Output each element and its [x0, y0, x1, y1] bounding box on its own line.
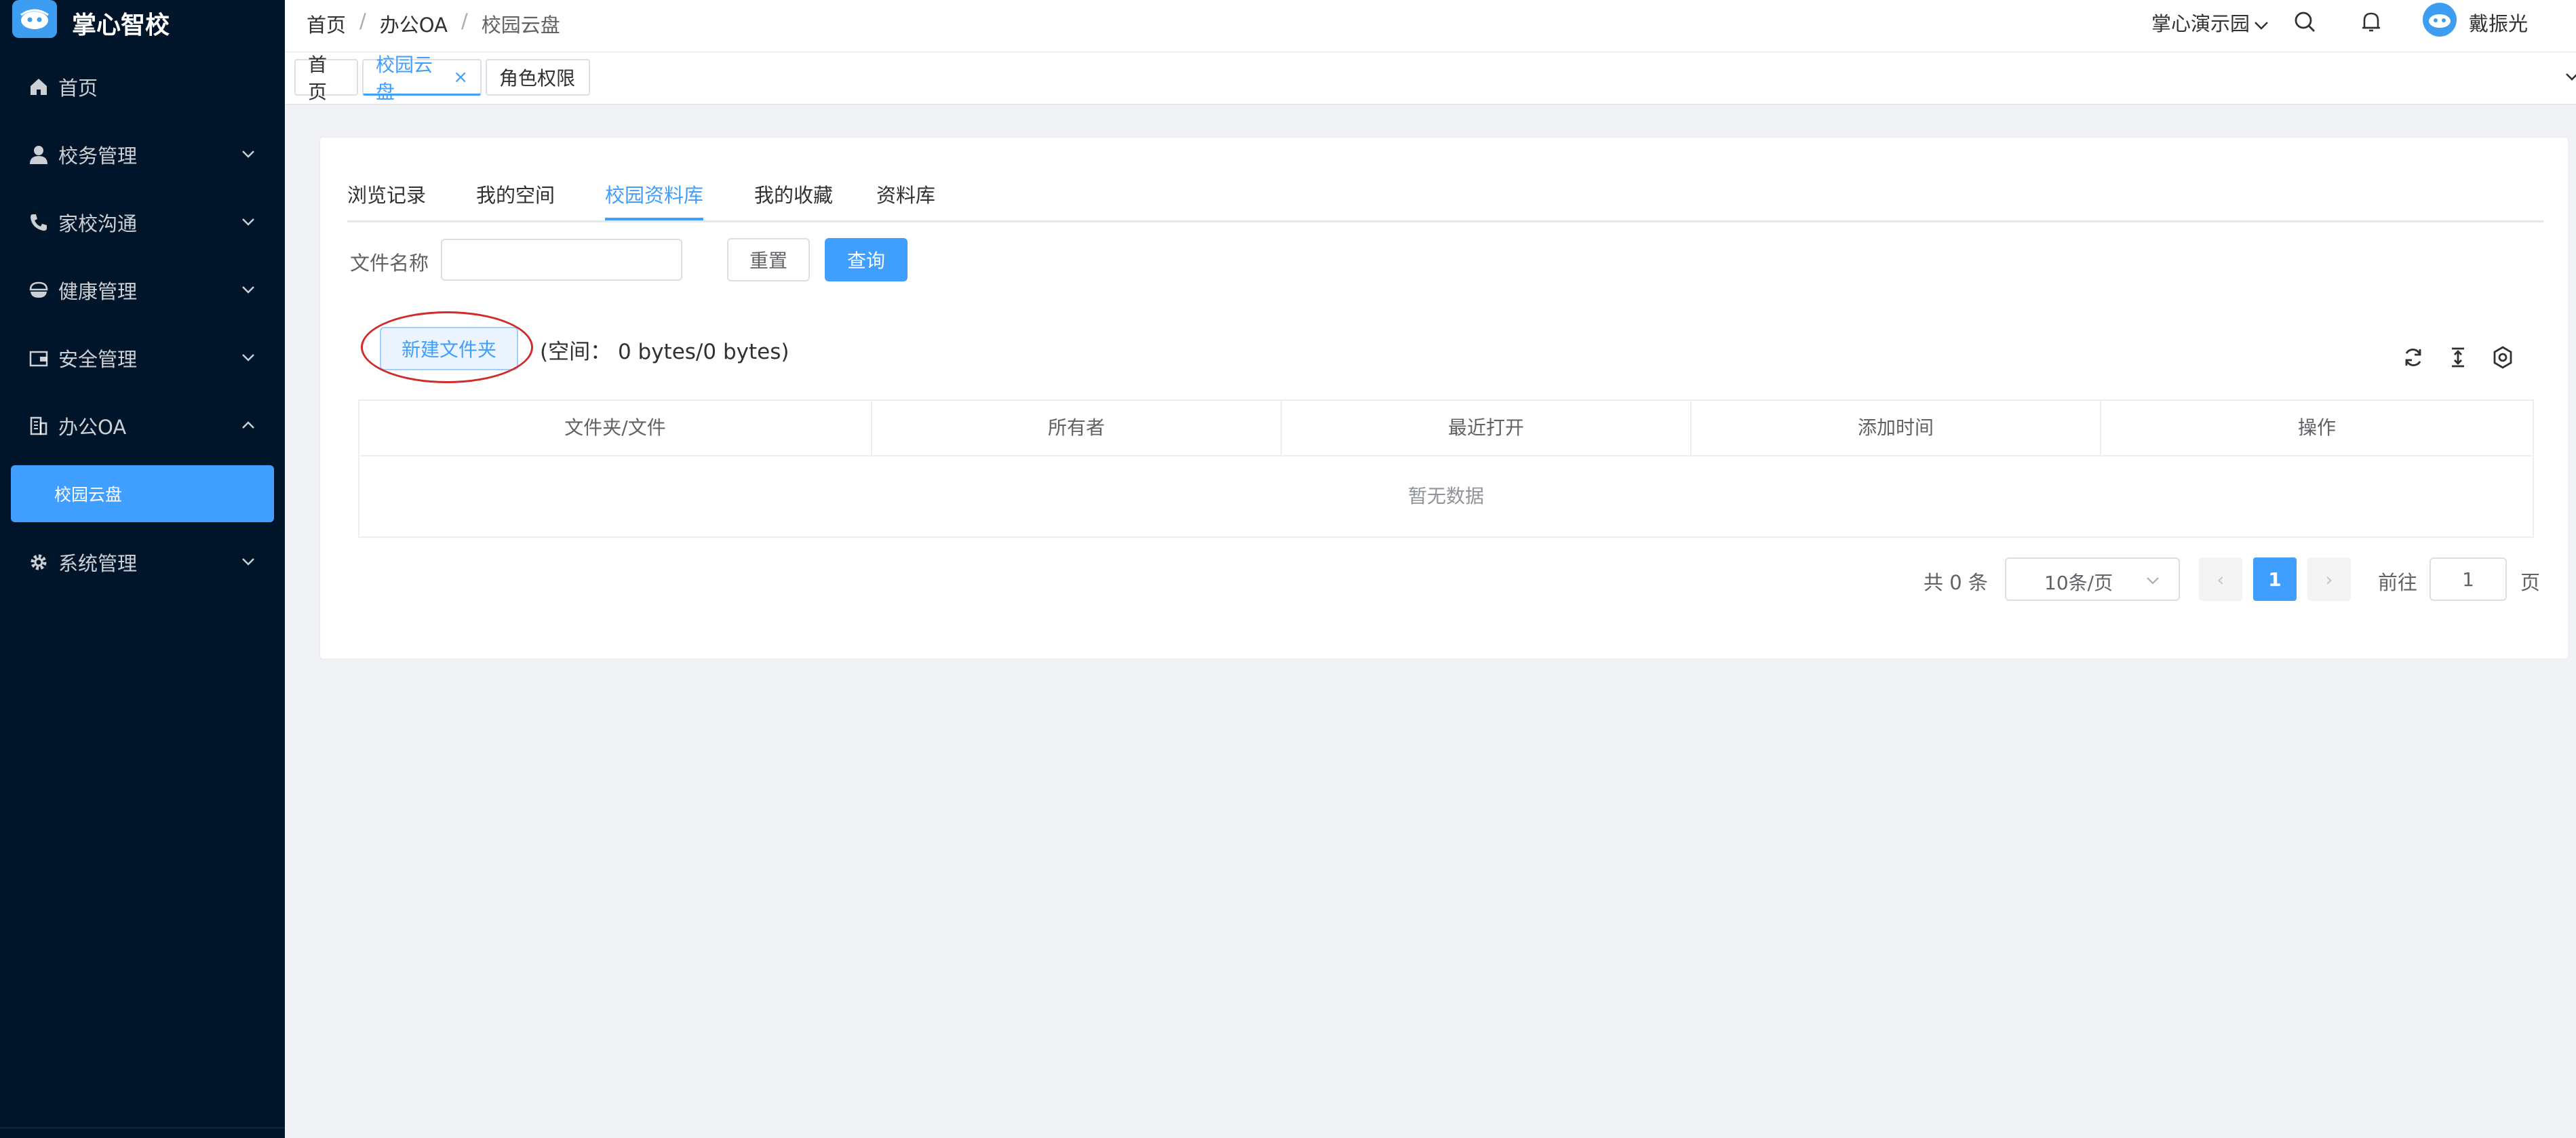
- page-size-select[interactable]: 10条/页: [2005, 557, 2180, 601]
- school-name: 掌心演示园: [2151, 12, 2250, 35]
- sidebar-item-health[interactable]: 健康管理: [0, 256, 285, 323]
- app-title: 掌心智校: [72, 12, 170, 39]
- settings-icon[interactable]: [2491, 345, 2515, 370]
- sidebar-item-label: 校务管理: [58, 144, 138, 168]
- user-icon: [27, 143, 50, 166]
- gear-icon: [27, 551, 50, 574]
- tag-campus-cloud-disk[interactable]: 校园云盘 ×: [362, 54, 482, 103]
- app-logo: [12, 0, 57, 38]
- file-table: 文件夹/文件 所有者 最近打开 添加时间 操作 暂无数据: [358, 399, 2534, 538]
- tag-role-permission[interactable]: 角色权限: [486, 59, 590, 96]
- sidebar-item-home[interactable]: 首页: [0, 52, 285, 120]
- page-suffix-label: 页: [2520, 571, 2541, 594]
- prev-page-button[interactable]: ‹: [2199, 557, 2242, 601]
- breadcrumb-separator: /: [461, 9, 468, 33]
- sidebar-subitem-label: 校园云盘: [54, 485, 123, 505]
- breadcrumb: 首页 / 办公OA / 校园云盘: [307, 9, 560, 38]
- tab-browse-history[interactable]: 浏览记录: [347, 180, 426, 218]
- sidebar: 掌心智校 首页 校务管理 家校沟通 健康管理 安全管理 办公OA 校园云盘 系统…: [0, 0, 285, 1138]
- empty-state-text: 暂无数据: [1407, 485, 1484, 507]
- pagination-total: 共 0 条: [1924, 571, 1988, 594]
- sidebar-divider: [0, 1127, 285, 1129]
- chevron-up-icon: [242, 421, 254, 429]
- sidebar-item-label: 首页: [58, 77, 98, 100]
- phone-icon: [27, 211, 50, 234]
- bell-icon[interactable]: [2359, 9, 2383, 34]
- new-folder-button[interactable]: 新建文件夹: [380, 327, 518, 370]
- close-icon[interactable]: ×: [453, 67, 468, 87]
- username[interactable]: 戴振光: [2469, 8, 2528, 37]
- table-header: 文件夹/文件 所有者 最近打开 添加时间 操作: [359, 401, 2533, 456]
- logo-bar: 掌心智校: [0, 0, 285, 45]
- breadcrumb-item-office-oa[interactable]: 办公OA: [380, 9, 448, 38]
- column-header-owner: 所有者: [872, 401, 1282, 455]
- tab-bar: 浏览记录 我的空间 校园资料库 我的收藏 资料库: [347, 180, 2543, 222]
- school-selector[interactable]: 掌心演示园: [2151, 8, 2270, 37]
- sidebar-item-office-oa[interactable]: 办公OA: [0, 391, 285, 459]
- tab-my-favorites[interactable]: 我的收藏: [754, 180, 833, 218]
- tag-label: 角色权限: [499, 67, 576, 90]
- chevron-down-icon: [242, 286, 254, 294]
- tag-label: 校园云盘: [376, 53, 433, 103]
- chevron-down-icon: [242, 558, 254, 566]
- sidebar-item-system[interactable]: 系统管理: [0, 528, 285, 595]
- sidebar-item-safety[interactable]: 安全管理: [0, 323, 285, 391]
- sidebar-item-label: 办公OA: [58, 416, 127, 439]
- chevron-down-icon: [242, 151, 254, 158]
- column-header-recent: 最近打开: [1282, 401, 1692, 455]
- avatar[interactable]: [2423, 3, 2457, 37]
- sidebar-item-home-school[interactable]: 家校沟通: [0, 188, 285, 256]
- column-header-added: 添加时间: [1692, 401, 2101, 455]
- tag-label: 首页: [308, 54, 328, 103]
- page-number-1[interactable]: 1: [2253, 557, 2297, 601]
- office-building-icon: [27, 414, 50, 437]
- breadcrumb-separator: /: [359, 9, 366, 33]
- tag-home[interactable]: 首页: [294, 54, 358, 103]
- next-page-button[interactable]: ›: [2307, 557, 2351, 601]
- tab-campus-library[interactable]: 校园资料库: [605, 180, 704, 220]
- space-usage: (空间： 0 bytes/0 bytes): [540, 340, 789, 364]
- page-size-value: 10条/页: [2044, 572, 2113, 594]
- chevron-down-icon: [2147, 577, 2159, 585]
- search-icon[interactable]: [2292, 9, 2317, 34]
- file-name-label: 文件名称: [350, 252, 429, 275]
- tag-bar: 首页 校园云盘 × 角色权限: [285, 52, 2576, 105]
- sidebar-item-label: 系统管理: [58, 552, 138, 575]
- sidebar-item-school-affairs[interactable]: 校务管理: [0, 120, 285, 188]
- goto-page-input[interactable]: [2429, 557, 2507, 601]
- reset-button[interactable]: 重置: [727, 238, 810, 281]
- sidebar-subitem-campus-cloud-disk[interactable]: 校园云盘: [11, 465, 274, 522]
- sidebar-menu: 首页 校务管理 家校沟通 健康管理 安全管理 办公OA: [0, 52, 285, 459]
- refresh-icon[interactable]: [2401, 345, 2425, 370]
- breadcrumb-item-current: 校园云盘: [481, 14, 560, 37]
- tab-my-space[interactable]: 我的空间: [476, 180, 555, 218]
- top-header: 首页 / 办公OA / 校园云盘 掌心演示园 戴振光: [285, 0, 2576, 52]
- column-height-icon[interactable]: [2446, 345, 2470, 370]
- sidebar-item-label: 健康管理: [58, 280, 138, 303]
- goto-label: 前往: [2378, 571, 2418, 594]
- breadcrumb-item-home[interactable]: 首页: [307, 9, 346, 38]
- wallet-icon: [27, 347, 50, 370]
- file-name-input[interactable]: [441, 239, 682, 281]
- column-header-actions: 操作: [2297, 416, 2336, 439]
- chevron-down-icon: [242, 218, 254, 226]
- column-header-file: 文件夹/文件: [359, 401, 872, 455]
- sidebar-item-label: 家校沟通: [58, 212, 138, 235]
- chevron-down-icon: [242, 354, 254, 361]
- chevron-down-icon: [2255, 22, 2268, 30]
- sidebar-item-label: 安全管理: [58, 348, 138, 371]
- home-icon: [27, 75, 50, 98]
- chevron-down-icon[interactable]: [2556, 67, 2576, 87]
- tab-library[interactable]: 资料库: [876, 180, 935, 218]
- bowl-icon: [27, 279, 50, 302]
- content-card: 浏览记录 我的空间 校园资料库 我的收藏 资料库 文件名称 重置 查询 新建文件…: [319, 136, 2569, 660]
- query-button[interactable]: 查询: [825, 238, 908, 281]
